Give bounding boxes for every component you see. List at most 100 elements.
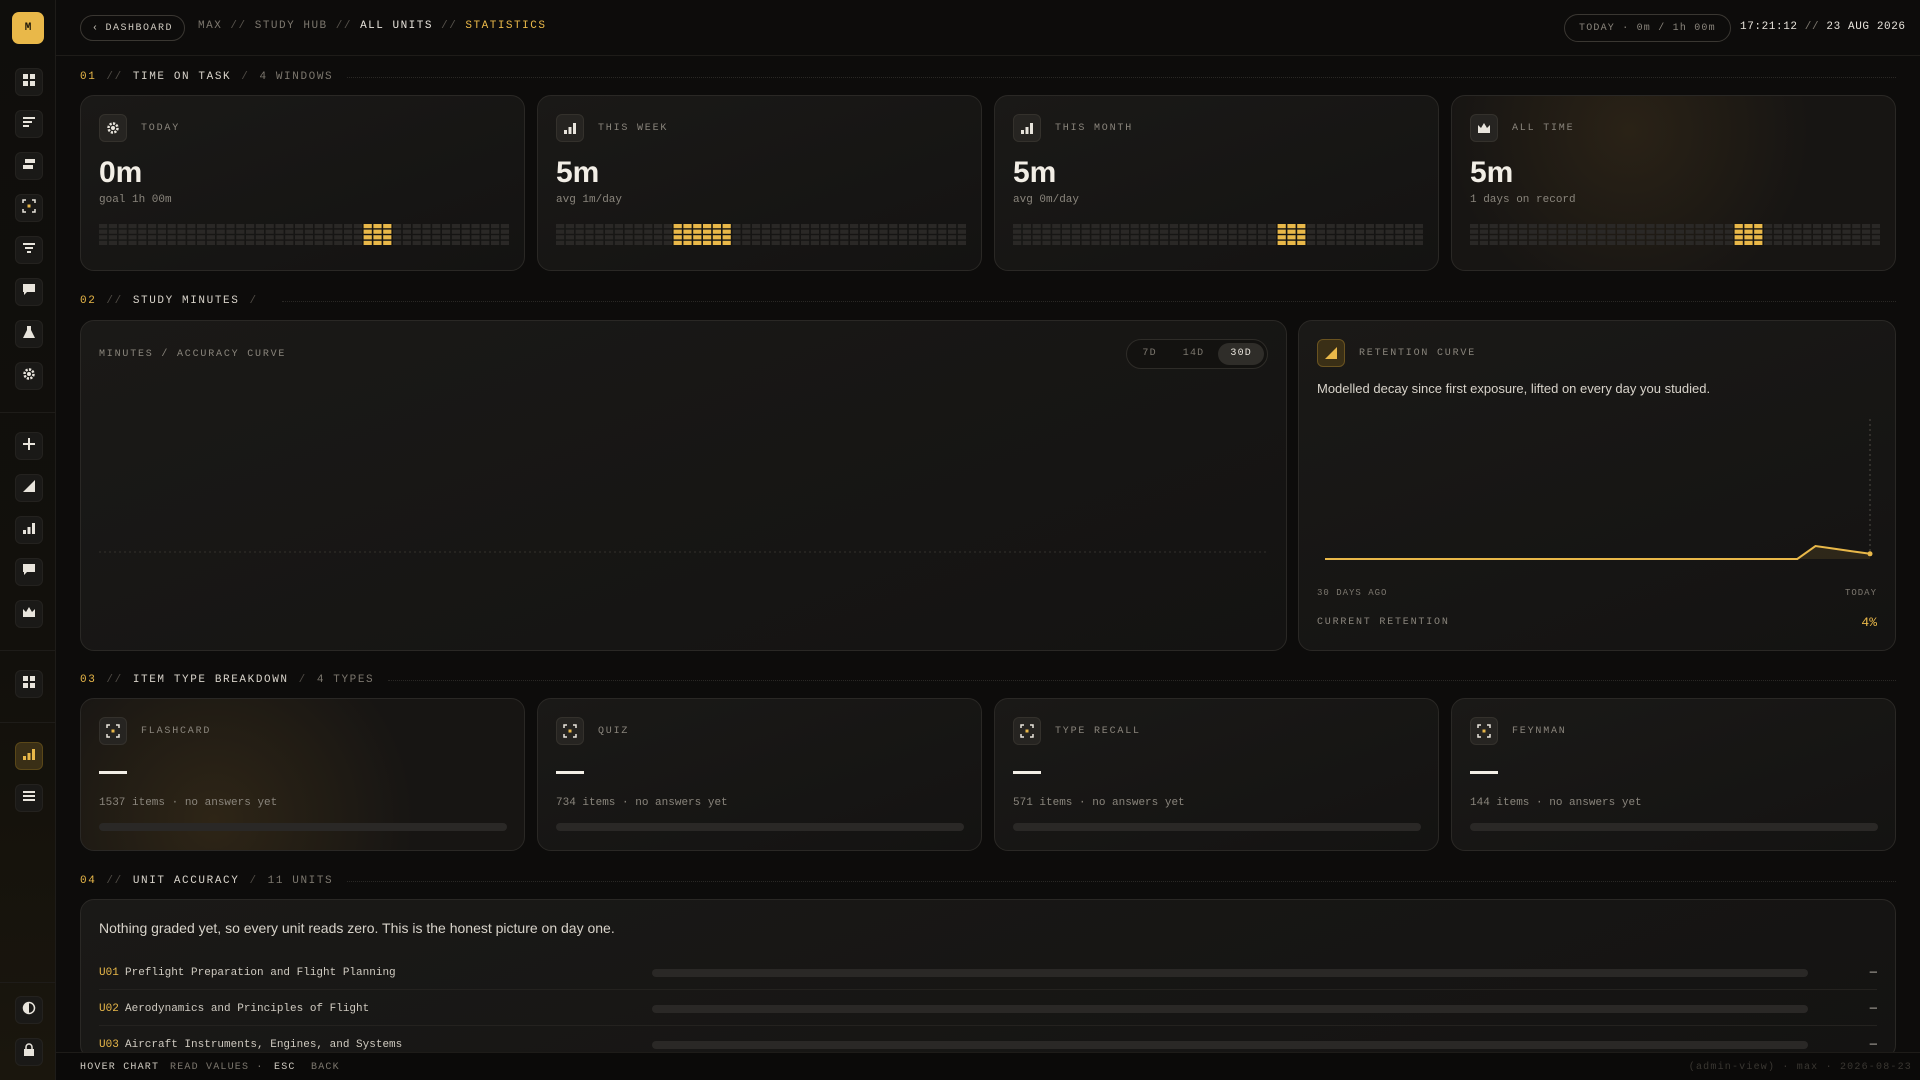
heatmap-cell — [928, 229, 937, 234]
item-type-card-feynman[interactable]: FEYNMAN 144 items · no answers yet — [1451, 698, 1896, 851]
heatmap-cell — [1783, 240, 1792, 245]
heatmap-cell — [634, 235, 643, 240]
sidebar-button-contrast[interactable] — [15, 996, 43, 1024]
sidebar-button-lock[interactable] — [15, 1038, 43, 1066]
heatmap-cell — [948, 229, 957, 234]
hint-key: HOVER CHART — [80, 1062, 160, 1073]
hint-text: BACK — [311, 1062, 340, 1073]
heatmap-cell — [236, 240, 245, 245]
heatmap-cell — [108, 240, 117, 245]
heatmap-cell — [1626, 240, 1635, 245]
heatmap-cell — [869, 240, 878, 245]
heatmap-cell — [412, 240, 421, 245]
sidebar-button-bar-chart[interactable] — [15, 742, 43, 770]
retention-area — [1325, 546, 1870, 559]
heatmap-cell — [1375, 229, 1384, 234]
breadcrumb-item[interactable]: STUDY HUB — [255, 20, 328, 32]
sidebar-button-area-chart[interactable] — [15, 474, 43, 502]
heatmap-cell — [1375, 240, 1384, 245]
app-logo[interactable]: M — [12, 12, 44, 44]
heatmap-cell — [324, 224, 333, 229]
heatmap-cell — [957, 229, 966, 234]
breadcrumb-item[interactable]: MAX — [198, 20, 222, 32]
item-type-progress — [1470, 823, 1878, 831]
heatmap-cell — [1685, 229, 1694, 234]
heatmap-cell — [1803, 229, 1812, 234]
unit-row[interactable]: U01 Preflight Preparation and Flight Plan… — [99, 954, 1877, 990]
heatmap-cell — [402, 235, 411, 240]
heatmap-cell — [157, 235, 166, 240]
sidebar-button-plus[interactable] — [15, 432, 43, 460]
sidebar-button-comment[interactable] — [15, 558, 43, 586]
heatmap-cell — [1218, 224, 1227, 229]
heatmap-cell — [1209, 229, 1218, 234]
sidebar-button-flask[interactable] — [15, 320, 43, 348]
focus-icon — [22, 198, 36, 218]
activity-heatmap[interactable] — [1013, 222, 1423, 248]
range-14d[interactable]: 14D — [1171, 343, 1217, 365]
activity-heatmap[interactable] — [1470, 222, 1880, 248]
unit-row[interactable]: U02 Aerodynamics and Principles of Flight… — [99, 990, 1877, 1026]
sidebar-button-comment[interactable] — [15, 278, 43, 306]
focus-icon — [1013, 717, 1041, 745]
heatmap-cell — [1032, 240, 1041, 245]
heatmap-cell — [1385, 240, 1394, 245]
heatmap-cell — [353, 235, 362, 240]
heatmap-cell — [422, 235, 431, 240]
sidebar-button-bar-chart[interactable] — [15, 516, 43, 544]
heatmap-cell — [1032, 235, 1041, 240]
heatmap-cell — [1130, 240, 1139, 245]
heatmap-cell — [1773, 240, 1782, 245]
heatmap-cell — [1375, 235, 1384, 240]
heatmap-cell — [1042, 224, 1051, 229]
unit-code: U01 — [99, 967, 119, 979]
retention-curve-card[interactable]: RETENTION CURVE Modelled decay since fir… — [1298, 320, 1896, 651]
back-to-dashboard-button[interactable]: ‹ DASHBOARD — [80, 15, 186, 41]
time-card-today[interactable]: TODAY 0m goal 1h 00m — [80, 95, 525, 271]
sidebar-button-list-lines[interactable] — [15, 110, 43, 138]
sidebar-button-crown[interactable] — [15, 600, 43, 628]
sidebar-button-filter-lines[interactable] — [15, 236, 43, 264]
heatmap-cell — [402, 229, 411, 234]
time-card-this-week[interactable]: THIS WEEK 5m avg 1m/day — [537, 95, 982, 271]
heatmap-cell — [1538, 229, 1547, 234]
heatmap-cell — [1405, 240, 1414, 245]
unit-name: Aerodynamics and Principles of Flight — [125, 1003, 370, 1015]
heatmap-cell — [442, 235, 451, 240]
sidebar-button-menu[interactable] — [15, 784, 43, 812]
minutes-chart-card[interactable]: MINUTES / ACCURACY CURVE 7D 14D 30D — [80, 320, 1287, 651]
sidebar-button-focus[interactable] — [15, 194, 43, 222]
sidebar-button-layers[interactable] — [15, 152, 43, 180]
heatmap-cell — [791, 235, 800, 240]
heatmap-cell — [1326, 240, 1335, 245]
heatmap-cell — [353, 240, 362, 245]
range-7d[interactable]: 7D — [1130, 343, 1168, 365]
heatmap-cell — [732, 240, 741, 245]
time-card-this-month[interactable]: THIS MONTH 5m avg 0m/day — [994, 95, 1439, 271]
range-30d[interactable]: 30D — [1218, 343, 1264, 365]
time-card-all-time[interactable]: ALL TIME 5m 1 days on record — [1451, 95, 1896, 271]
heatmap-cell — [1479, 235, 1488, 240]
heatmap-cell — [442, 224, 451, 229]
activity-heatmap[interactable] — [556, 222, 966, 248]
heatmap-cell — [1052, 240, 1061, 245]
heatmap-cell — [451, 240, 460, 245]
heatmap-cell — [118, 240, 127, 245]
heatmap-cell — [285, 235, 294, 240]
item-type-card-quiz[interactable]: QUIZ 734 items · no answers yet — [537, 698, 982, 851]
heatmap-cell — [1558, 229, 1567, 234]
sidebar-button-gear[interactable] — [15, 362, 43, 390]
activity-heatmap[interactable] — [99, 222, 509, 248]
sidebar-button-grid[interactable] — [15, 68, 43, 96]
heatmap-cell — [275, 240, 284, 245]
heatmap-cell — [1636, 229, 1645, 234]
item-type-card-flashcard[interactable]: FLASHCARD 1537 items · no answers yet — [80, 698, 525, 851]
item-type-card-type-recall[interactable]: TYPE RECALL 571 items · no answers yet — [994, 698, 1439, 851]
retention-chart[interactable] — [1317, 419, 1877, 579]
heatmap-cell — [575, 235, 584, 240]
breadcrumb-item[interactable]: ALL UNITS — [360, 20, 433, 32]
sidebar-button-grid[interactable] — [15, 670, 43, 698]
heatmap-cell — [634, 224, 643, 229]
gear-icon — [99, 114, 127, 142]
heatmap-cell — [461, 235, 470, 240]
